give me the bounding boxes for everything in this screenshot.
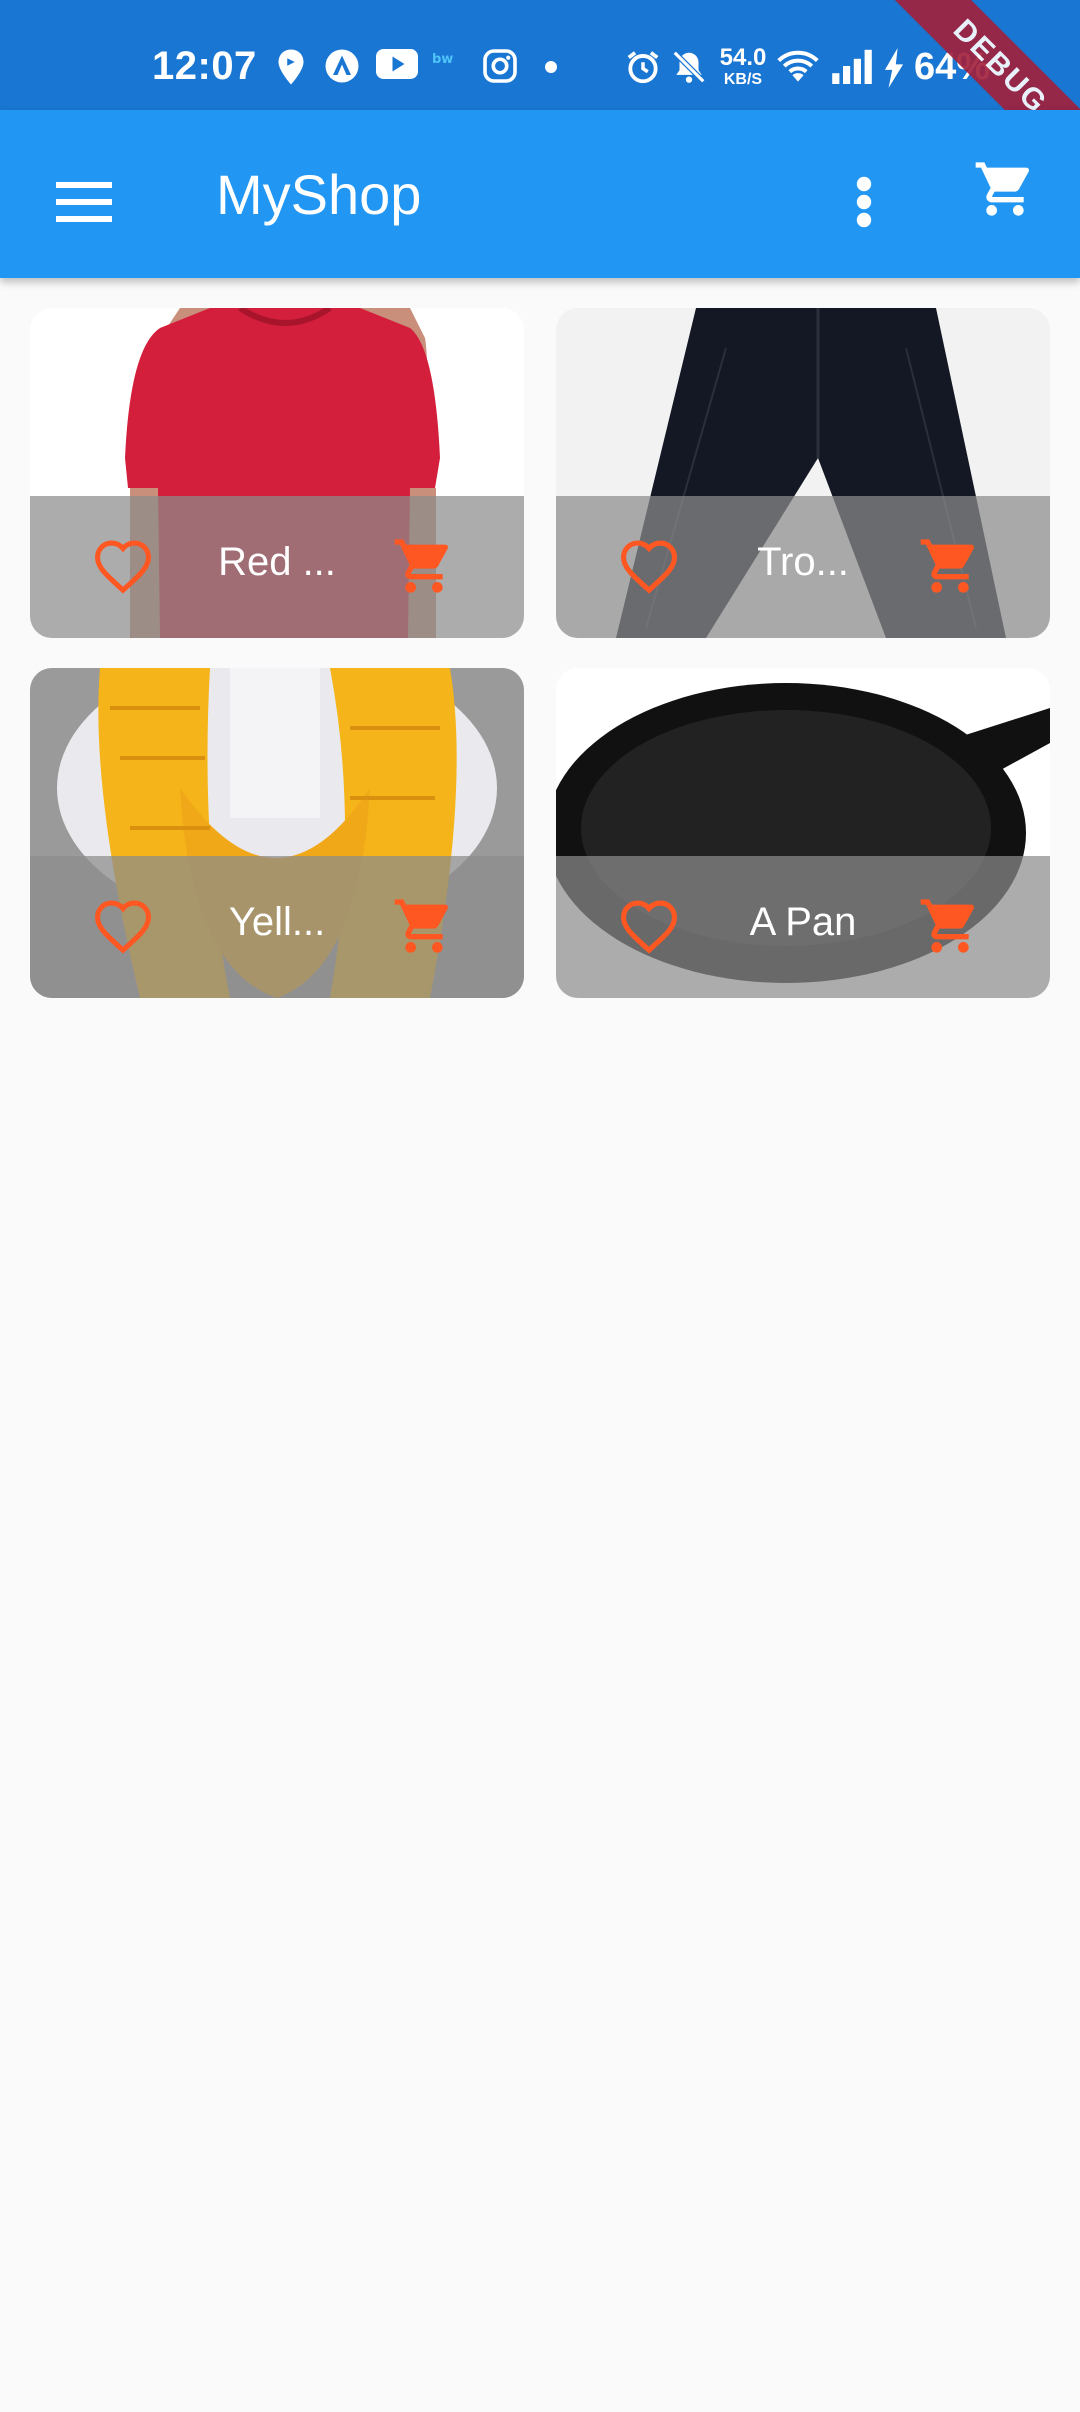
add-to-cart-button[interactable] bbox=[388, 532, 460, 604]
product-tile[interactable]: Tro... bbox=[556, 308, 1050, 638]
product-tile[interactable]: Yell... bbox=[30, 668, 524, 998]
product-tile-footer: Tro... bbox=[556, 496, 1050, 638]
add-to-cart-button[interactable] bbox=[388, 892, 460, 964]
shopping-cart-icon bbox=[392, 894, 456, 963]
dot-icon bbox=[544, 60, 558, 74]
hamburger-icon bbox=[56, 181, 112, 227]
app-bar: MyShop bbox=[0, 110, 1080, 278]
youtube-icon bbox=[376, 48, 418, 80]
app-icon: bw bbox=[432, 48, 466, 68]
wifi-icon bbox=[776, 48, 820, 86]
menu-button[interactable] bbox=[40, 160, 128, 248]
shopping-cart-icon bbox=[392, 534, 456, 603]
shopping-cart-icon bbox=[918, 894, 982, 963]
status-time: 12:07 bbox=[152, 44, 257, 88]
product-tile[interactable]: A Pan bbox=[556, 668, 1050, 998]
product-tile-footer: Yell... bbox=[30, 856, 524, 998]
more-vert-icon bbox=[856, 176, 872, 233]
signal-icon bbox=[830, 48, 874, 84]
more-options-button[interactable] bbox=[820, 160, 908, 248]
alarm-icon bbox=[624, 48, 662, 86]
svg-text:bw: bw bbox=[432, 52, 453, 67]
arc-icon bbox=[324, 48, 360, 84]
status-bar: 12:07 bw 54.0 KB/S 64% DEBUG bbox=[0, 0, 1080, 193]
net-speed-value: 54.0 bbox=[719, 44, 767, 71]
cart-button[interactable] bbox=[960, 146, 1050, 236]
product-tile-footer: A Pan bbox=[556, 856, 1050, 998]
shopping-cart-icon bbox=[972, 157, 1038, 226]
product-tile[interactable]: Red ... bbox=[30, 308, 524, 638]
location-icon bbox=[276, 48, 306, 86]
add-to-cart-button[interactable] bbox=[914, 532, 986, 604]
instagram-icon bbox=[482, 48, 518, 84]
mute-icon bbox=[670, 48, 708, 86]
shopping-cart-icon bbox=[918, 534, 982, 603]
net-speed-unit: KB/S bbox=[723, 71, 763, 88]
app-title: MyShop bbox=[216, 163, 422, 226]
net-speed: 54.0 KB/S bbox=[714, 46, 772, 88]
add-to-cart-button[interactable] bbox=[914, 892, 986, 964]
charging-icon bbox=[882, 48, 906, 88]
product-tile-footer: Red ... bbox=[30, 496, 524, 638]
